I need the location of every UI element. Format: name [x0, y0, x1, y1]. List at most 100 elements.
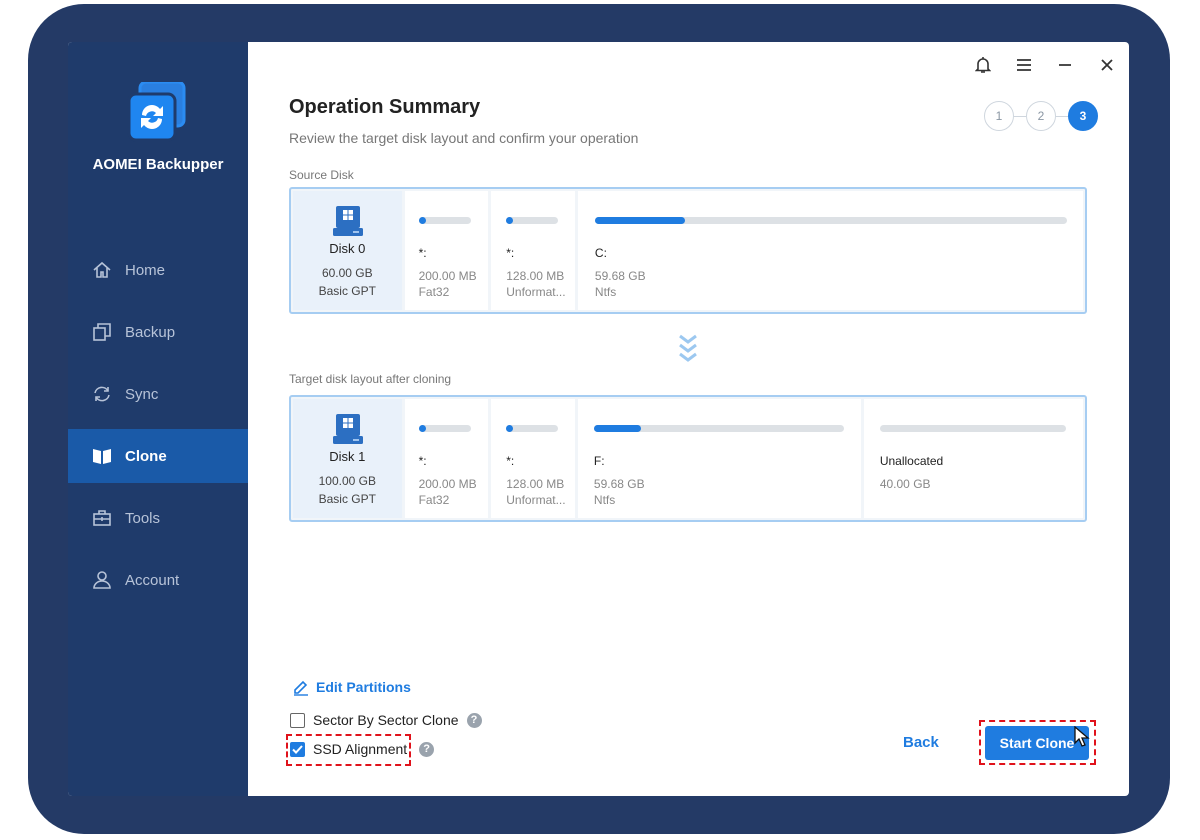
usage-fill — [418, 217, 426, 224]
sidebar-item-label: Sync — [125, 385, 159, 403]
main-panel: Operation Summary Review the target disk… — [248, 42, 1129, 796]
aomei-logo-icon — [127, 82, 186, 142]
partition-filesystem: Unformat... — [506, 285, 566, 299]
usage-bar — [418, 217, 471, 224]
partition-label: F: — [593, 454, 605, 468]
sidebar-item-clone[interactable]: Clone — [68, 429, 248, 483]
partition-filesystem: Fat32 — [418, 493, 450, 507]
minimize-icon — [1059, 64, 1071, 66]
ssd-alignment-highlight — [286, 734, 411, 766]
target-disk-info[interactable]: Disk 1 100.00 GB Basic GPT — [293, 399, 402, 518]
partition-label: C: — [594, 246, 607, 260]
usage-fill — [506, 425, 514, 432]
usage-bar — [506, 425, 559, 432]
edit-partitions-label: Edit Partitions — [316, 679, 411, 695]
partition-cell-unallocated[interactable]: Unallocated 40.00 GB — [863, 399, 1083, 518]
close-button[interactable] — [1096, 54, 1118, 76]
help-icon[interactable]: ? — [419, 741, 435, 757]
partition-label: Unallocated — [879, 454, 944, 468]
partition-label: *: — [418, 246, 427, 260]
partition-size: 200.00 MB — [418, 269, 477, 283]
sidebar-item-backup[interactable]: Backup — [68, 305, 248, 359]
sector-by-sector-option[interactable]: Sector By Sector Clone ? — [290, 712, 482, 728]
page-subtitle: Review the target disk layout and confir… — [289, 130, 639, 146]
disk-name: Disk 1 — [329, 449, 366, 464]
app-window: AOMEI Backupper Home Backup Sync Clone T… — [68, 42, 1129, 796]
usage-fill — [418, 425, 426, 432]
usage-bar — [879, 425, 1066, 432]
sidebar-item-label: Clone — [125, 447, 167, 465]
sector-by-sector-checkbox[interactable] — [290, 712, 305, 728]
edit-pencil-icon — [294, 680, 308, 696]
partition-cell[interactable]: *: 200.00 MB Fat32 — [404, 191, 489, 310]
usage-fill — [506, 217, 514, 224]
partition-cell[interactable]: *: 128.00 MB Unformat... — [491, 191, 575, 310]
disk-size: 100.00 GB — [318, 474, 376, 488]
usage-bar — [418, 425, 471, 432]
sidebar-item-label: Home — [125, 261, 166, 279]
partition-filesystem: Ntfs — [594, 285, 617, 299]
step-3: 3 — [1068, 101, 1098, 131]
sync-icon — [94, 386, 110, 402]
partition-filesystem: Fat32 — [418, 285, 450, 299]
usage-bar — [506, 217, 559, 224]
back-button[interactable]: Back — [903, 734, 939, 751]
partition-size: 59.68 GB — [593, 477, 645, 491]
source-disk-info[interactable]: Disk 0 60.00 GB Basic GPT — [293, 191, 402, 310]
sidebar-item-label: Account — [125, 571, 180, 589]
step-1: 1 — [984, 101, 1014, 131]
partition-cell[interactable]: *: 128.00 MB Unformat... — [491, 399, 575, 518]
tools-icon — [93, 510, 111, 526]
partition-cell[interactable]: C: 59.68 GB Ntfs — [577, 191, 1083, 310]
source-disk-label: Source Disk — [289, 168, 354, 182]
app-brand-name: AOMEI Backupper — [92, 156, 224, 173]
partition-size: 128.00 MB — [506, 477, 565, 491]
target-disk-row[interactable]: Disk 1 100.00 GB Basic GPT *: 200.00 MB … — [289, 395, 1087, 522]
step-2: 2 — [1026, 101, 1056, 131]
mouse-cursor-icon — [1074, 726, 1090, 747]
usage-bar — [594, 217, 1067, 224]
step-connector — [1014, 115, 1026, 117]
clone-icon — [93, 449, 111, 464]
usage-bar — [593, 425, 844, 432]
home-icon — [93, 261, 111, 278]
minimize-button[interactable] — [1054, 54, 1076, 76]
partition-label: *: — [418, 454, 427, 468]
partition-label: *: — [506, 454, 515, 468]
usage-fill — [593, 425, 642, 432]
help-icon[interactable]: ? — [466, 712, 482, 728]
sector-by-sector-label: Sector By Sector Clone — [313, 712, 459, 728]
disk-type: Basic GPT — [318, 492, 376, 506]
close-icon — [1101, 59, 1113, 71]
partition-filesystem: Unformat... — [506, 493, 566, 507]
menu-button[interactable] — [1013, 54, 1035, 76]
chevrons-down-icon — [679, 334, 697, 362]
step-indicator: 1 2 3 — [984, 101, 1098, 131]
disk-drive-icon — [333, 206, 363, 236]
disk-name: Disk 0 — [329, 241, 366, 256]
partition-size: 128.00 MB — [506, 269, 565, 283]
bell-icon — [975, 57, 991, 73]
target-disk-label: Target disk layout after cloning — [289, 372, 452, 386]
partition-size: 40.00 GB — [879, 477, 931, 491]
account-icon — [93, 571, 111, 589]
sidebar-item-sync[interactable]: Sync — [68, 367, 248, 421]
sidebar-item-home[interactable]: Home — [68, 243, 248, 297]
page-title: Operation Summary — [289, 96, 481, 118]
disk-drive-icon — [333, 414, 363, 444]
partition-cell[interactable]: F: 59.68 GB Ntfs — [577, 399, 861, 518]
sidebar-item-account[interactable]: Account — [68, 553, 248, 607]
partition-label: *: — [506, 246, 515, 260]
disk-size: 60.00 GB — [321, 266, 373, 280]
source-disk-row[interactable]: Disk 0 60.00 GB Basic GPT *: 200.00 MB F… — [289, 187, 1087, 314]
notification-button[interactable] — [972, 54, 994, 76]
backup-icon — [93, 323, 111, 341]
partition-filesystem: Ntfs — [593, 493, 616, 507]
partition-cell[interactable]: *: 200.00 MB Fat32 — [404, 399, 489, 518]
sidebar-item-tools[interactable]: Tools — [68, 491, 248, 545]
usage-fill — [594, 217, 685, 224]
sidebar: AOMEI Backupper Home Backup Sync Clone T… — [68, 42, 248, 796]
sidebar-item-label: Tools — [125, 509, 161, 527]
edit-partitions-link[interactable]: Edit Partitions — [292, 678, 411, 696]
menu-icon — [1017, 59, 1031, 71]
